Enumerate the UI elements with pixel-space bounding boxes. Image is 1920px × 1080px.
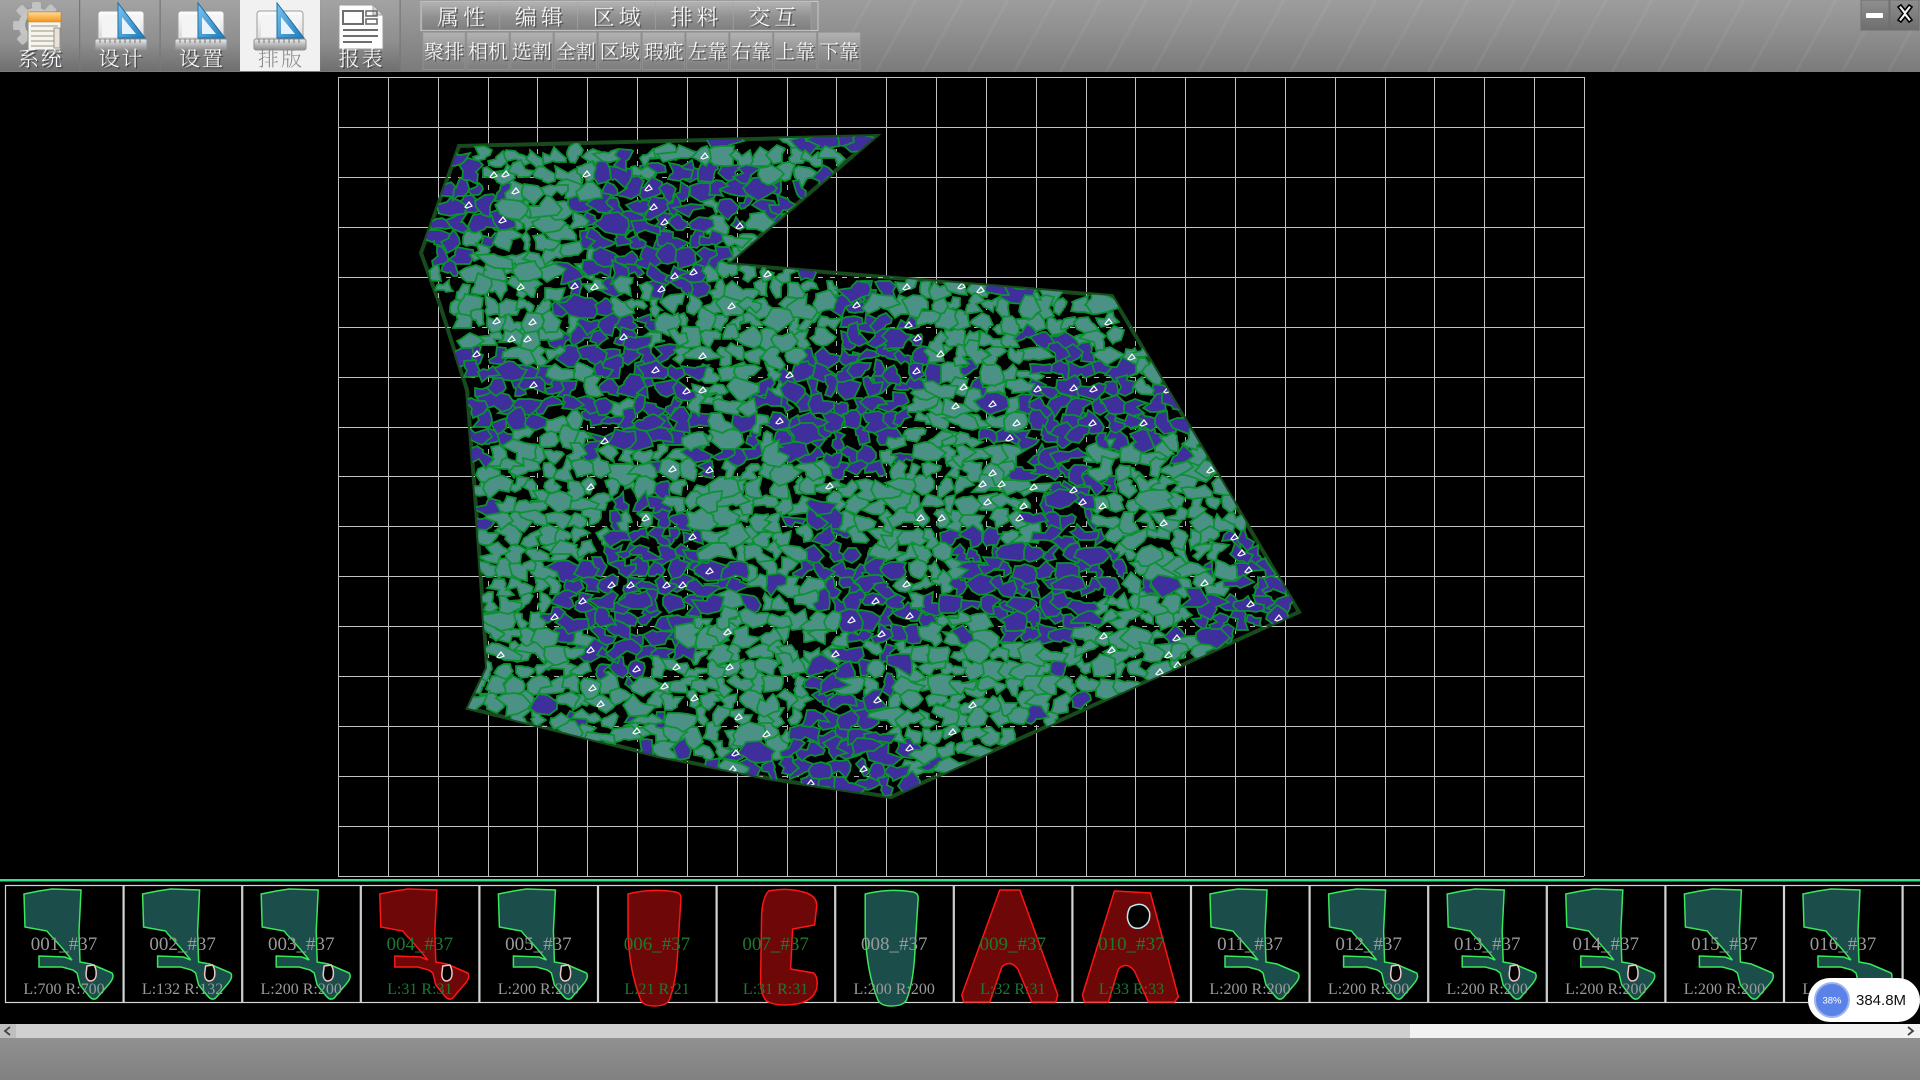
svg-text:L:200 R:200: L:200 R:200 (498, 981, 579, 998)
svg-text:007_#37: 007_#37 (742, 934, 809, 955)
svg-text:L:200 R:200: L:200 R:200 (1447, 981, 1528, 998)
svg-text:003_#37: 003_#37 (268, 934, 335, 955)
svg-text:016_#37: 016_#37 (1810, 934, 1877, 955)
svg-text:009_#37: 009_#37 (980, 934, 1047, 955)
svg-text:005_#37: 005_#37 (505, 934, 572, 955)
svg-text:L:200 R:200: L:200 R:200 (1684, 981, 1765, 998)
svg-text:L:700 R:700: L:700 R:700 (23, 981, 104, 998)
svg-text:008_#37: 008_#37 (861, 934, 928, 955)
svg-text:015_#37: 015_#37 (1691, 934, 1758, 955)
svg-text:L:200 R:200: L:200 R:200 (1565, 981, 1646, 998)
svg-text:004_#37: 004_#37 (387, 934, 454, 955)
svg-text:384.8M: 384.8M (1856, 992, 1906, 1009)
svg-text:006_#37: 006_#37 (624, 934, 691, 955)
svg-text:L:33 R:33: L:33 R:33 (1099, 981, 1164, 998)
svg-text:L:31 R:31: L:31 R:31 (387, 981, 452, 998)
svg-text:L:200 R:200: L:200 R:200 (1209, 981, 1290, 998)
svg-text:011_#37: 011_#37 (1217, 934, 1283, 955)
svg-text:L:21 R:21: L:21 R:21 (624, 981, 689, 998)
svg-text:002_#37: 002_#37 (149, 934, 216, 955)
svg-text:L:200 R:200: L:200 R:200 (854, 981, 935, 998)
svg-text:L:32 R:31: L:32 R:31 (980, 981, 1045, 998)
svg-text:L:132 R:132: L:132 R:132 (142, 981, 223, 998)
svg-text:L:200 R:200: L:200 R:200 (261, 981, 342, 998)
svg-text:010_#37: 010_#37 (1098, 934, 1165, 955)
svg-text:014_#37: 014_#37 (1573, 934, 1640, 955)
svg-text:012_#37: 012_#37 (1335, 934, 1402, 955)
svg-text:001_#37: 001_#37 (31, 934, 98, 955)
svg-text:L:31 R:31: L:31 R:31 (743, 981, 808, 998)
svg-text:013_#37: 013_#37 (1454, 934, 1521, 955)
svg-text:L:200 R:200: L:200 R:200 (1328, 981, 1409, 998)
svg-text:38%: 38% (1822, 996, 1842, 1007)
